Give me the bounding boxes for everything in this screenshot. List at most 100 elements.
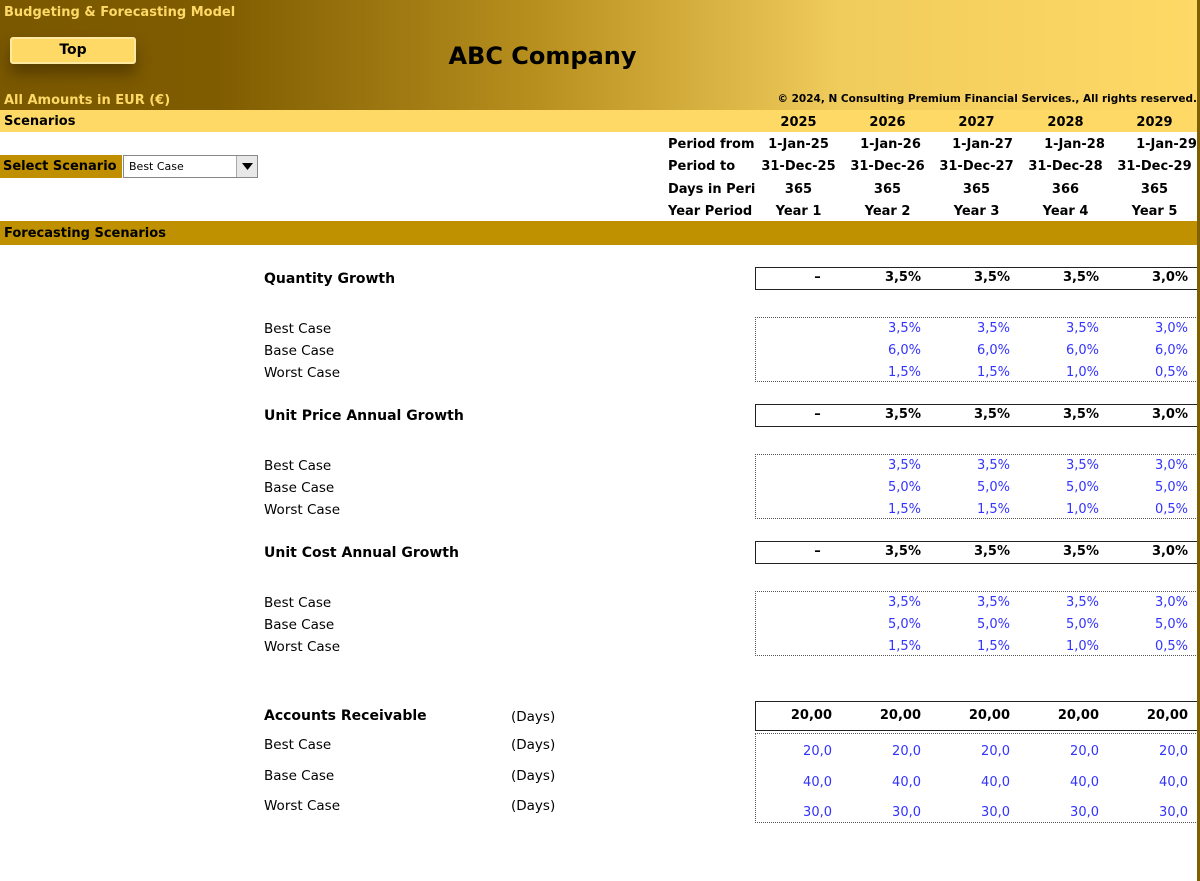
scenario-row-label: Best Case [264,595,332,611]
period-value: 1-Jan-27 [952,137,1013,152]
scenario-input-cell[interactable]: 0,5% [1104,639,1193,654]
scenario-input-cell[interactable]: 30,0 [1015,805,1104,820]
scenario-row-label: Worst Case [264,798,341,814]
year-header: 2025 [780,115,817,130]
scenario-input-cell[interactable]: 30,0 [837,805,926,820]
scenario-input-cell[interactable]: 5,0% [1015,480,1104,495]
scenario-input-cell[interactable]: 3,0% [1104,321,1193,336]
summary-value: 3,0% [1151,270,1188,285]
scenario-input-cell[interactable]: 5,0% [926,617,1015,632]
scenario-input-cell[interactable]: 30,0 [1104,805,1193,820]
scenario-input-cell[interactable]: 0,5% [1104,502,1193,517]
section-title: Unit Price Annual Growth [264,408,464,424]
scenario-input-cell[interactable]: 40,0 [1015,775,1104,790]
scenario-input-cell[interactable]: 3,5% [837,458,926,473]
scenario-input-cell[interactable]: 1,5% [837,639,926,654]
section-title: Accounts Receivable [264,708,427,724]
scenario-input-cell[interactable]: 3,5% [926,321,1015,336]
period-value: 365 [873,181,902,197]
scenario-input-cell[interactable]: 20,0 [1104,744,1193,759]
scenario-input-cell[interactable]: 6,0% [1104,343,1193,358]
scenario-dropdown-value: Best Case [129,160,184,173]
scenario-input-cell[interactable]: 3,5% [926,595,1015,610]
scenario-row-label: Worst Case [264,502,341,518]
scenario-row-label: Base Case [264,480,335,496]
scenario-input-cell[interactable]: 5,0% [1104,480,1193,495]
period-value: Year 4 [1042,203,1089,219]
scenario-input-cell[interactable]: 40,0 [926,775,1015,790]
amounts-note: All Amounts in EUR (€) [4,93,171,108]
period-value: Year 1 [775,203,822,219]
scenario-dropdown[interactable]: Best Case [123,155,258,178]
scenario-input-cell[interactable]: 40,0 [1104,775,1193,790]
summary-value: 3,0% [1151,407,1188,422]
period-value: Year 3 [953,203,1000,219]
scenario-row-label: Worst Case [264,639,341,655]
scenario-input-cell[interactable]: 40,0 [837,775,926,790]
summary-value: 3,5% [1062,270,1099,285]
scenario-input-cell[interactable]: 3,5% [1015,458,1104,473]
scenario-input-cell[interactable]: 3,5% [1015,321,1104,336]
summary-value: 20,00 [790,708,832,723]
unit-label: (Days) [511,709,556,725]
unit-label: (Days) [511,798,556,814]
scenario-row-label: Base Case [264,768,335,784]
company-title: ABC Company [448,42,637,70]
scenario-input-cell[interactable]: 6,0% [926,343,1015,358]
scenario-input-cell[interactable]: 30,0 [748,805,837,820]
scenario-input-cell[interactable]: 1,5% [926,502,1015,517]
summary-value: 3,5% [1062,544,1099,559]
year-header: 2029 [1136,115,1173,130]
scenario-input-cell[interactable]: 20,0 [1015,744,1104,759]
summary-value: 3,5% [884,270,921,285]
period-label: Days in Period [668,181,756,197]
scenario-input-cell[interactable]: 30,0 [926,805,1015,820]
scenario-input-cell[interactable]: 20,0 [837,744,926,759]
scenario-input-cell[interactable]: 20,0 [748,744,837,759]
scenario-row-label: Base Case [264,617,335,633]
period-value: 365 [1140,181,1169,197]
scenario-input-cell[interactable]: 5,0% [837,617,926,632]
period-value: 31-Dec-26 [850,159,925,175]
summary-value: 3,0% [1151,544,1188,559]
scenario-input-cell[interactable]: 5,0% [926,480,1015,495]
scenario-row-label: Best Case [264,458,332,474]
scenario-input-cell[interactable]: 20,0 [926,744,1015,759]
summary-value: – [814,544,821,559]
scenario-input-cell[interactable]: 1,0% [1015,639,1104,654]
scenario-row-label: Base Case [264,343,335,359]
scenario-input-cell[interactable]: 40,0 [748,775,837,790]
scenario-input-cell[interactable]: 1,5% [837,502,926,517]
scenario-input-cell[interactable]: 6,0% [1015,343,1104,358]
model-title: Budgeting & Forecasting Model [4,5,236,20]
scenario-input-cell[interactable]: 1,0% [1015,365,1104,380]
dropdown-arrow-icon[interactable] [236,156,257,177]
scenario-input-cell[interactable]: 1,0% [1015,502,1104,517]
scenario-input-cell[interactable]: 5,0% [1015,617,1104,632]
summary-value: 3,5% [973,270,1010,285]
scenario-input-cell[interactable]: 1,5% [926,639,1015,654]
scenario-input-cell[interactable]: 6,0% [837,343,926,358]
period-value: 31-Dec-27 [939,159,1014,175]
summary-value: 20,00 [1146,708,1188,723]
scenario-input-cell[interactable]: 5,0% [1104,617,1193,632]
summary-value: 3,5% [973,544,1010,559]
scenario-input-cell[interactable]: 0,5% [1104,365,1193,380]
period-label: Period from [668,137,755,152]
summary-value: 3,5% [1062,407,1099,422]
scenario-input-cell[interactable]: 1,5% [837,365,926,380]
scenario-input-cell[interactable]: 3,5% [837,595,926,610]
period-value: 31-Dec-28 [1028,159,1103,175]
period-value: 365 [962,181,991,197]
scenario-input-cell[interactable]: 1,5% [926,365,1015,380]
year-header: 2026 [869,115,906,130]
section-title: Quantity Growth [264,271,396,287]
scenario-input-cell[interactable]: 3,5% [1015,595,1104,610]
summary-value: 20,00 [968,708,1010,723]
scenario-input-cell[interactable]: 5,0% [837,480,926,495]
scenario-input-cell[interactable]: 3,0% [1104,458,1193,473]
scenario-input-cell[interactable]: 3,0% [1104,595,1193,610]
summary-value: 3,5% [884,544,921,559]
scenario-input-cell[interactable]: 3,5% [837,321,926,336]
scenario-input-cell[interactable]: 3,5% [926,458,1015,473]
